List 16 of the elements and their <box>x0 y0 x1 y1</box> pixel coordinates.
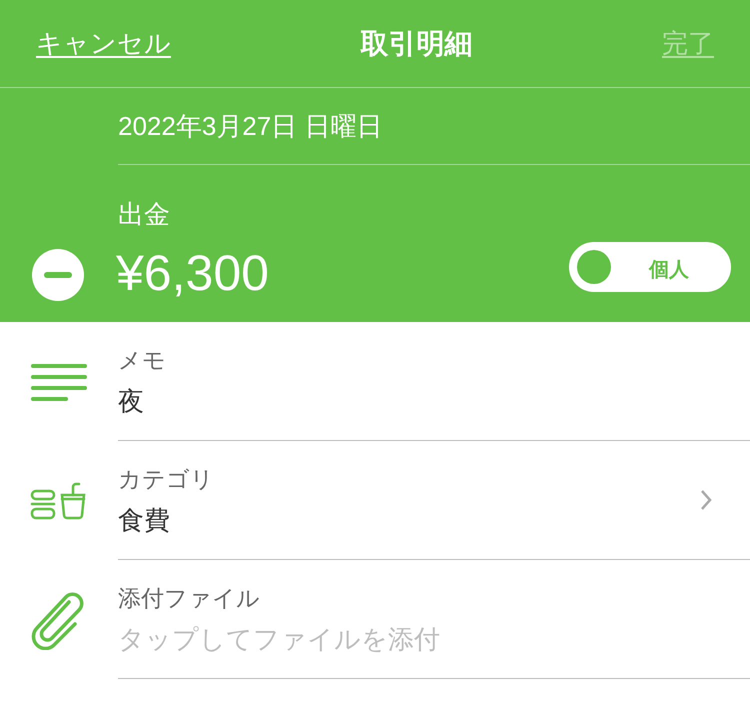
amount-value[interactable]: ¥6,300 <box>116 241 269 305</box>
chevron-right-icon[interactable] <box>700 489 712 511</box>
screen-title: 取引明細 <box>360 26 472 60</box>
burger-drink-icon <box>30 481 88 521</box>
minus-icon[interactable] <box>32 249 84 301</box>
cancel-link[interactable]: キャンセル <box>36 24 171 63</box>
field-label: メモ <box>118 346 166 375</box>
transaction-type: 出金 <box>118 198 170 231</box>
field-value[interactable]: 食費 <box>118 501 170 540</box>
attach-placeholder[interactable]: タップしてファイルを添付 <box>118 620 440 659</box>
lines-icon <box>31 364 87 402</box>
transaction-date[interactable]: 2022年3月27日 日曜日 <box>118 106 382 146</box>
field-value[interactable]: 夜 <box>118 382 144 421</box>
field-label: 添付ファイル <box>118 584 260 613</box>
field-label: カテゴリ <box>118 465 214 494</box>
account-toggle[interactable]: 個人 <box>569 242 731 292</box>
